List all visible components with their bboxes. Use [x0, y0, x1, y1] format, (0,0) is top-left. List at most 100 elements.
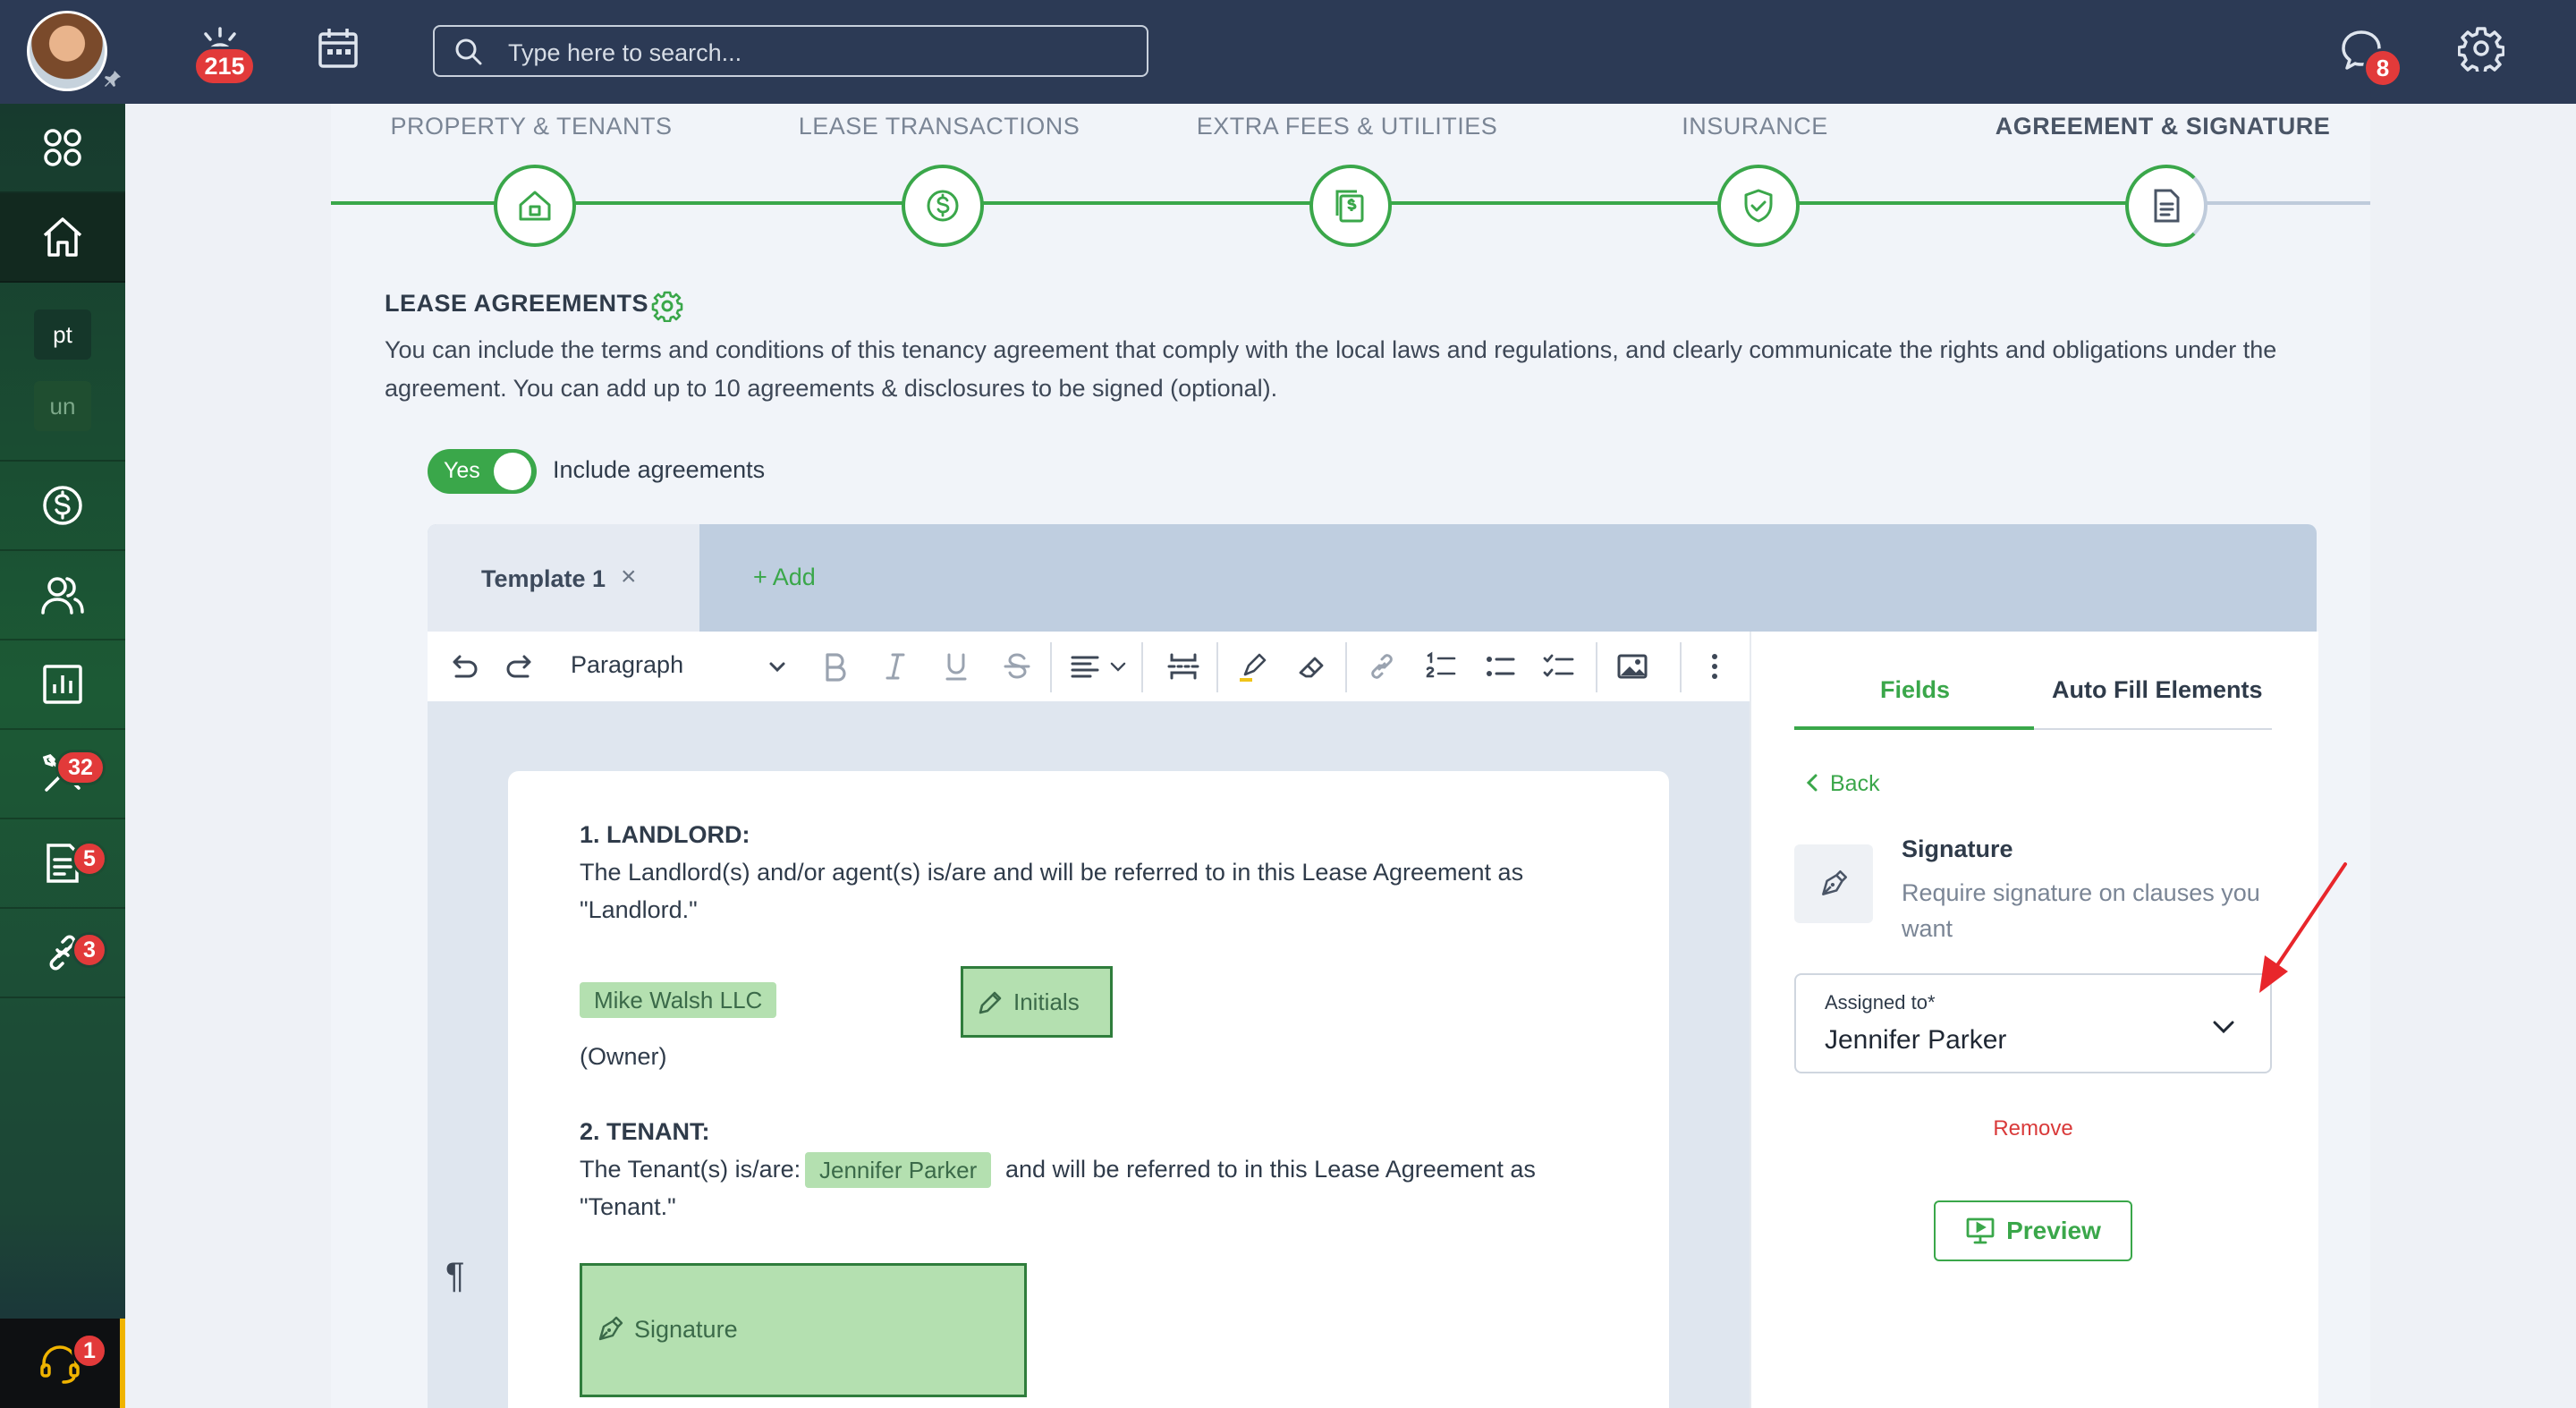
top-bar: 215 8: [0, 0, 2576, 104]
gear-icon[interactable]: [2457, 25, 2505, 76]
house-icon: [519, 191, 551, 221]
step-insurance[interactable]: [1717, 165, 1800, 247]
home-icon: [43, 217, 82, 257]
landlord-text: The Landlord(s) and/or agent(s) is/are a…: [580, 859, 1524, 923]
tab-template-1[interactable]: Template 1 ×: [428, 524, 699, 632]
annotation-arrow-icon: [2259, 862, 2347, 993]
search-input[interactable]: [506, 36, 1136, 70]
tab-fields[interactable]: Fields: [1880, 676, 1950, 704]
signature-label: Signature: [634, 1316, 738, 1343]
messages-badge: 8: [2363, 48, 2402, 88]
step-label-fees[interactable]: EXTRA FEES & UTILITIES: [1159, 113, 1535, 140]
undo-icon[interactable]: [440, 644, 485, 689]
tenant-text-after: and will be referred to in this Lease Ag…: [1005, 1156, 1536, 1183]
sidebar-item-people[interactable]: [0, 551, 125, 640]
people-icon: [41, 577, 84, 615]
step-property[interactable]: [494, 165, 576, 247]
numbered-list-icon[interactable]: [1419, 644, 1463, 689]
toolbar-separator: [1680, 642, 1682, 692]
settings-gear-icon[interactable]: [651, 290, 683, 323]
align-chevron-icon[interactable]: [1102, 644, 1134, 689]
search-icon: [455, 38, 482, 65]
tenant-text-before: The Tenant(s) is/are:: [580, 1156, 801, 1183]
links-badge: 3: [72, 932, 107, 968]
sidebar-item-finance[interactable]: [0, 462, 125, 551]
highlighter-icon[interactable]: [1231, 644, 1275, 689]
align-left-icon[interactable]: [1063, 644, 1107, 689]
sidebar-item-home[interactable]: [0, 193, 125, 283]
tab-auto-fill[interactable]: Auto Fill Elements: [2052, 676, 2263, 704]
signature-field[interactable]: Signature: [580, 1263, 1027, 1397]
remove-field-button[interactable]: Remove: [1794, 1116, 2272, 1141]
toolbar-separator: [1050, 642, 1052, 692]
assigned-to-label: Assigned to*: [1825, 991, 1936, 1014]
pen-nib-icon: [1822, 869, 1848, 895]
dollar-icon: [927, 190, 959, 222]
bills-icon: [1335, 190, 1364, 223]
chart-icon: [43, 665, 82, 704]
template-tabs: [428, 524, 2317, 632]
maintenance-badge: 32: [55, 750, 106, 785]
step-label-property[interactable]: PROPERTY & TENANTS: [343, 113, 719, 140]
preview-button[interactable]: Preview: [1934, 1200, 2132, 1261]
landlord-name-chip[interactable]: Mike Walsh LLC: [580, 982, 777, 1018]
step-fees[interactable]: [1309, 165, 1392, 247]
back-link[interactable]: Back: [1830, 771, 1880, 797]
sidebar-item-un[interactable]: un: [34, 381, 91, 431]
include-agreements-label: Include agreements: [553, 456, 766, 483]
sidebar-item-pt[interactable]: pt: [34, 310, 91, 360]
apps-grid-icon: [44, 129, 81, 166]
presentation-icon: [1966, 1217, 1995, 1244]
page-break-icon[interactable]: [1161, 644, 1206, 689]
assigned-to-select[interactable]: Assigned to* Jennifer Parker: [1794, 973, 2272, 1073]
initials-label: Initials: [1013, 988, 1080, 1015]
initials-field[interactable]: Initials: [961, 966, 1113, 1038]
include-agreements-toggle[interactable]: Yes: [428, 449, 537, 494]
toggle-knob: [494, 453, 531, 490]
chevron-left-icon[interactable]: [1803, 771, 1821, 794]
user-avatar[interactable]: [27, 11, 107, 91]
step-label-insurance[interactable]: INSURANCE: [1567, 113, 1943, 140]
section-title: LEASE AGREEMENTS: [385, 290, 649, 317]
chevron-down-icon[interactable]: [755, 644, 800, 689]
tenant-name-chip[interactable]: Jennifer Parker: [805, 1152, 992, 1188]
preview-label: Preview: [2006, 1217, 2101, 1244]
section-description: You can include the terms and conditions…: [385, 336, 2277, 402]
redo-icon[interactable]: [499, 644, 544, 689]
pilcrow-icon[interactable]: ¶: [445, 1256, 464, 1296]
close-icon[interactable]: ×: [621, 562, 637, 592]
more-vertical-icon[interactable]: [1692, 644, 1737, 689]
italic-icon[interactable]: [873, 644, 918, 689]
sidebar-item-reports[interactable]: [0, 640, 125, 730]
step-label-transactions[interactable]: LEASE TRANSACTIONS: [751, 113, 1127, 140]
sidebar-item-support[interactable]: [0, 1319, 125, 1408]
sidebar-recent-group: pt un: [0, 283, 125, 462]
strikethrough-icon[interactable]: [995, 644, 1039, 689]
document-icon: [2154, 189, 2180, 223]
underline-icon[interactable]: [934, 644, 979, 689]
active-tab-indicator: [1794, 726, 2034, 730]
documents-badge: 5: [72, 841, 107, 877]
eraser-icon[interactable]: [1290, 644, 1335, 689]
add-template-button[interactable]: + Add: [753, 564, 816, 591]
step-transactions[interactable]: [902, 165, 984, 247]
bold-icon[interactable]: [812, 644, 857, 689]
block-style-select[interactable]: Paragraph: [571, 651, 683, 679]
step-agreement[interactable]: [2125, 165, 2207, 247]
image-icon[interactable]: [1610, 644, 1655, 689]
toolbar-separator: [1345, 642, 1347, 692]
sidebar-item-apps[interactable]: [0, 104, 125, 193]
progress-line-remaining: [2200, 201, 2370, 205]
calendar-icon[interactable]: [315, 25, 361, 76]
notifications-badge: 215: [193, 47, 256, 86]
link-icon[interactable]: [1360, 644, 1404, 689]
checklist-icon[interactable]: [1537, 644, 1581, 689]
step-label-agreement[interactable]: AGREEMENT & SIGNATURE: [1975, 113, 2351, 140]
field-title: Signature: [1902, 835, 2013, 862]
toolbar-separator: [1596, 642, 1597, 692]
pin-icon: [102, 68, 123, 89]
dollar-icon: [43, 486, 82, 525]
bullet-list-icon[interactable]: [1478, 644, 1522, 689]
tab-template-1-label: Template 1: [481, 565, 606, 592]
global-search[interactable]: [433, 25, 1148, 77]
